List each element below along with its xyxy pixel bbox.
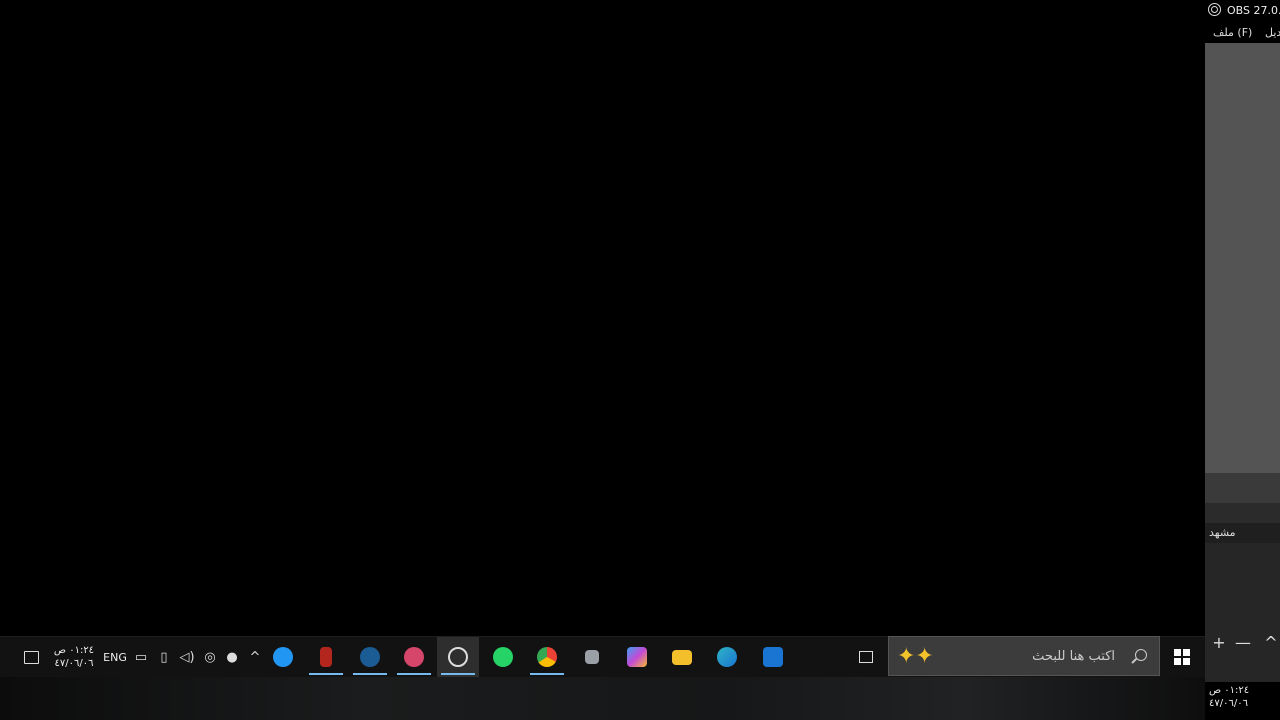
action-center-button[interactable]	[14, 637, 48, 677]
task-view-button[interactable]	[846, 637, 886, 677]
clock-time: ٠١:٢٤ ص	[53, 645, 95, 656]
volume-tray-button[interactable]: ◁)	[176, 637, 198, 677]
secondary-clock: ٠١:٢٤ ص ٤٧/٠٦/٠٦	[1206, 684, 1280, 710]
taskbar-app-file-explorer[interactable]	[661, 637, 703, 677]
taskbar-app-help[interactable]	[262, 637, 304, 677]
obs-window: OBS 27.0.1 ملف (F) تعديل مشهد	[1205, 0, 1280, 682]
move-scene-up-button[interactable]: ^	[1262, 633, 1280, 653]
taskbar-app-microsoft-365[interactable]	[616, 637, 658, 677]
language-indicator[interactable]: ENG	[100, 637, 130, 677]
screen: OBS 27.0.1 ملف (F) تعديل مشهد + — ^ ٠١:٢…	[0, 0, 1280, 720]
taskbar-app-steam[interactable]	[349, 637, 391, 677]
edge-icon	[717, 647, 737, 667]
search-placeholder: اكتب هنا للبحث	[1032, 649, 1115, 664]
search-highlight-icon: ✦✦	[897, 644, 934, 669]
start-button[interactable]	[1161, 637, 1203, 677]
obs-menubar: ملف (F) تعديل	[1205, 22, 1280, 43]
volume-icon: ◁)	[179, 649, 195, 665]
privacy-tray-button[interactable]: ◎	[199, 637, 221, 677]
obs-titlebar[interactable]: OBS 27.0.1	[1205, 0, 1280, 22]
taskbar-search-box[interactable]: ✦✦ اكتب هنا للبحث	[888, 636, 1160, 676]
store-icon	[585, 650, 599, 664]
battery-icon: ▯	[160, 649, 168, 665]
remove-scene-button[interactable]: —	[1234, 633, 1252, 653]
obs-splitter[interactable]	[1205, 473, 1280, 503]
clock-date: ٤٧/٠٦/٠٦	[54, 658, 94, 669]
taskbar-clock[interactable]: ٠١:٢٤ ص ٤٧/٠٦/٠٦	[48, 637, 100, 677]
secondary-clock-date: ٤٧/٠٦/٠٦	[1209, 698, 1248, 709]
network-icon: ▭	[134, 649, 148, 665]
scenes-dock-title: مشهد	[1209, 526, 1236, 539]
scenes-dock-header: مشهد	[1205, 523, 1280, 543]
discord-icon	[404, 647, 424, 667]
outlook-icon	[763, 647, 783, 667]
taskbar-app-whatsapp[interactable]	[482, 637, 524, 677]
chevron-up-icon: ^	[249, 649, 261, 665]
microphone-tray-button[interactable]: ●	[221, 637, 243, 677]
obs-logo-icon	[1208, 3, 1221, 16]
chrome-icon	[537, 647, 557, 667]
scenes-list[interactable]	[1205, 543, 1280, 682]
taskbar-app-edge[interactable]	[706, 637, 748, 677]
language-label: ENG	[103, 650, 127, 664]
whatsapp-icon	[493, 647, 513, 667]
menu-edit[interactable]: تعديل	[1265, 26, 1280, 39]
folder-icon	[672, 649, 692, 665]
taskbar-app-chrome[interactable]	[526, 637, 568, 677]
add-scene-button[interactable]: +	[1210, 633, 1228, 653]
desktop-background	[0, 677, 1205, 720]
battery-tray-button[interactable]: ▯	[153, 637, 175, 677]
taskbar-app-tool[interactable]	[305, 637, 347, 677]
notification-icon	[23, 650, 39, 664]
network-tray-button[interactable]: ▭	[130, 637, 152, 677]
taskbar-app-store[interactable]	[571, 637, 613, 677]
tool-app-icon	[320, 647, 332, 667]
secondary-clock-time: ٠١:٢٤ ص	[1209, 685, 1250, 696]
menu-file[interactable]: ملف (F)	[1213, 26, 1252, 39]
taskbar-app-obs[interactable]	[437, 637, 479, 677]
taskbar-app-discord[interactable]	[393, 637, 435, 677]
help-icon	[273, 647, 293, 667]
obs-icon	[448, 647, 468, 667]
privacy-icon: ◎	[204, 649, 216, 665]
steam-icon	[360, 647, 380, 667]
obs-preview-area[interactable]	[1205, 43, 1280, 473]
microphone-icon: ●	[226, 649, 238, 665]
taskbar-app-outlook[interactable]	[752, 637, 794, 677]
microsoft-365-icon	[627, 647, 647, 667]
windows-icon	[1174, 649, 1190, 665]
search-icon	[1135, 649, 1147, 661]
task-view-icon	[859, 651, 873, 663]
window-title: OBS 27.0.1	[1227, 4, 1280, 17]
